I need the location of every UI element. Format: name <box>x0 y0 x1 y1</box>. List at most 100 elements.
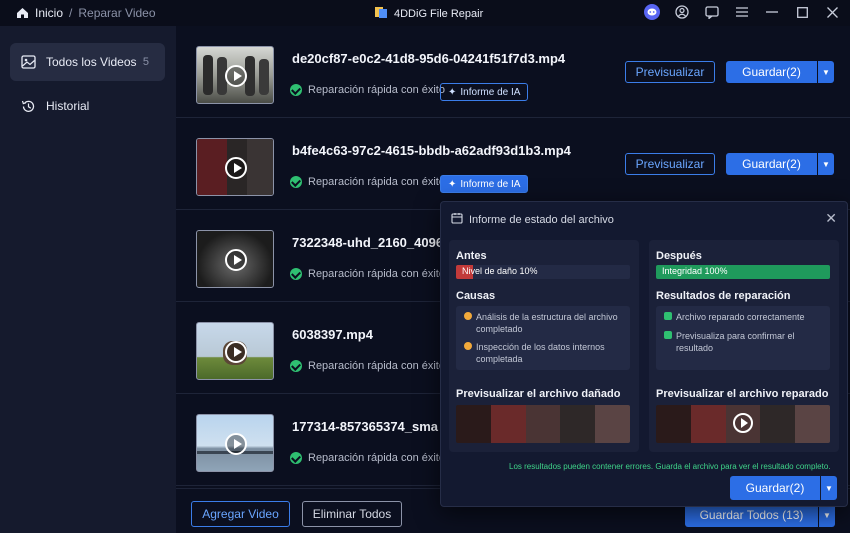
status-text: Reparación rápida con éxito <box>308 84 445 96</box>
cause-text: Inspección de los datos internos complet… <box>476 342 605 364</box>
save-button[interactable]: Guardar(2) ▼ <box>726 153 834 175</box>
success-check-icon <box>290 452 302 464</box>
disclaimer-note: Los resultados pueden contener errores. … <box>509 462 831 471</box>
sidebar-item-label: Historial <box>46 99 90 113</box>
delete-all-button[interactable]: Eliminar Todos <box>302 501 402 527</box>
result-text: Previsualiza para confirmar el resultado <box>676 331 795 353</box>
save-button-label[interactable]: Guardar(2) <box>726 61 817 83</box>
play-icon[interactable] <box>225 341 247 363</box>
damage-meter: Nivel de daño 10% <box>456 265 630 279</box>
file-name: b4fe4c63-97c2-4615-bbdb-a62adf93d1b3.mp4 <box>292 143 571 158</box>
play-icon[interactable] <box>225 249 247 271</box>
video-thumbnail[interactable] <box>196 414 274 472</box>
sidebar-item-all-videos[interactable]: Todos los Videos 5 <box>10 43 165 81</box>
sparkle-icon: ✦ <box>448 86 457 98</box>
integrity-meter-label: Integridad 100% <box>662 266 728 276</box>
results-list: Archivo reparado correctamente Previsual… <box>656 306 830 370</box>
damaged-preview-heading: Previsualizar el archivo dañado <box>456 388 621 400</box>
popup-title: Informe de estado del archivo <box>469 213 614 226</box>
check-icon <box>664 331 672 339</box>
table-row: b4fe4c63-97c2-4615-bbdb-a62adf93d1b3.mp4… <box>176 118 850 210</box>
close-icon[interactable] <box>824 4 840 20</box>
list-item: Archivo reparado correctamente <box>664 311 805 323</box>
app-logo-icon <box>374 5 388 22</box>
file-name: de20cf87-e0c2-41d8-95d6-04241f51f7d3.mp4 <box>292 51 566 66</box>
video-thumbnail[interactable] <box>196 46 274 104</box>
status-text: Reparación rápida con éxito <box>308 268 445 280</box>
close-icon[interactable]: ✕ <box>825 210 837 227</box>
repair-status: Reparación rápida con éxito <box>290 176 445 188</box>
add-video-button[interactable]: Agregar Video <box>191 501 290 527</box>
preview-button[interactable]: Previsualizar <box>625 61 715 83</box>
list-item: Inspección de los datos internos complet… <box>464 341 630 365</box>
file-name: 6038397.mp4 <box>292 327 373 342</box>
save-button-label[interactable]: Guardar(2) <box>726 153 817 175</box>
status-text: Reparación rápida con éxito <box>308 452 445 464</box>
file-name: 177314-857365374_sma <box>292 419 439 434</box>
title-bar: Inicio / Reparar Video 4DDiG File Repair <box>0 0 850 26</box>
play-icon[interactable] <box>225 433 247 455</box>
cause-text: Análisis de la estructura del archivo co… <box>476 312 618 334</box>
play-icon[interactable] <box>225 157 247 179</box>
popup-save-button[interactable]: Guardar(2) ▼ <box>730 476 837 500</box>
causes-list: Análisis de la estructura del archivo co… <box>456 306 630 370</box>
repair-status: Reparación rápida con éxito <box>290 360 445 372</box>
warning-icon <box>464 342 472 350</box>
chevron-down-icon[interactable]: ▼ <box>818 61 834 83</box>
list-item: Análisis de la estructura del archivo co… <box>464 311 630 335</box>
maximize-icon[interactable] <box>794 4 810 20</box>
account-icon[interactable] <box>674 4 690 20</box>
app-title: 4DDiG File Repair <box>374 5 483 22</box>
video-thumbnail[interactable] <box>196 322 274 380</box>
results-heading: Resultados de reparación <box>656 290 791 302</box>
chevron-down-icon[interactable]: ▼ <box>821 476 837 500</box>
success-check-icon <box>290 176 302 188</box>
warning-icon <box>464 312 472 320</box>
video-thumbnail[interactable] <box>196 138 274 196</box>
feedback-icon[interactable] <box>704 4 720 20</box>
popup-header: Informe de estado del archivo <box>451 212 614 227</box>
popup-save-label[interactable]: Guardar(2) <box>730 476 820 500</box>
ai-report-label: Informe de IA <box>460 178 521 190</box>
repair-status: Reparación rápida con éxito <box>290 452 445 464</box>
success-check-icon <box>290 268 302 280</box>
home-icon[interactable] <box>16 7 29 19</box>
minimize-icon[interactable] <box>764 4 780 20</box>
chevron-down-icon[interactable]: ▼ <box>818 153 834 175</box>
app-title-text: 4DDiG File Repair <box>394 7 484 20</box>
ai-report-button[interactable]: ✦ Informe de IA <box>440 175 529 193</box>
before-panel: Antes Nivel de daño 10% Causas Análisis … <box>449 240 639 452</box>
sidebar-item-history[interactable]: Historial <box>10 87 165 125</box>
sidebar-item-count: 5 <box>142 56 149 68</box>
list-item: Previsualiza para confirmar el resultado <box>664 330 830 354</box>
check-icon <box>664 312 672 320</box>
repaired-preview-heading: Previsualizar el archivo reparado <box>656 388 829 400</box>
result-text: Archivo reparado correctamente <box>676 312 805 322</box>
image-icon <box>20 54 36 70</box>
menu-icon[interactable] <box>734 4 750 20</box>
integrity-meter: Integridad 100% <box>656 265 830 279</box>
history-icon <box>20 98 36 114</box>
breadcrumb-separator: / <box>69 6 73 20</box>
file-name: 7322348-uhd_2160_4096 <box>292 235 444 250</box>
status-text: Reparación rápida con éxito <box>308 360 445 372</box>
preview-button[interactable]: Previsualizar <box>625 153 715 175</box>
before-heading: Antes <box>456 250 487 262</box>
save-button[interactable]: Guardar(2) ▼ <box>726 61 834 83</box>
causes-heading: Causas <box>456 290 496 302</box>
breadcrumb-home[interactable]: Inicio <box>35 6 63 20</box>
play-icon[interactable] <box>225 65 247 87</box>
calendar-icon <box>451 212 463 227</box>
discord-icon[interactable] <box>644 4 660 20</box>
after-heading: Después <box>656 250 702 262</box>
breadcrumb-current: Reparar Video <box>78 6 156 20</box>
video-thumbnail[interactable] <box>196 230 274 288</box>
window-controls <box>644 4 840 20</box>
success-check-icon <box>290 84 302 96</box>
repaired-preview[interactable] <box>656 405 830 443</box>
ai-report-button[interactable]: ✦ Informe de IA <box>440 83 529 101</box>
play-icon[interactable] <box>733 413 753 433</box>
success-check-icon <box>290 360 302 372</box>
status-text: Reparación rápida con éxito <box>308 176 445 188</box>
damaged-preview[interactable] <box>456 405 630 443</box>
